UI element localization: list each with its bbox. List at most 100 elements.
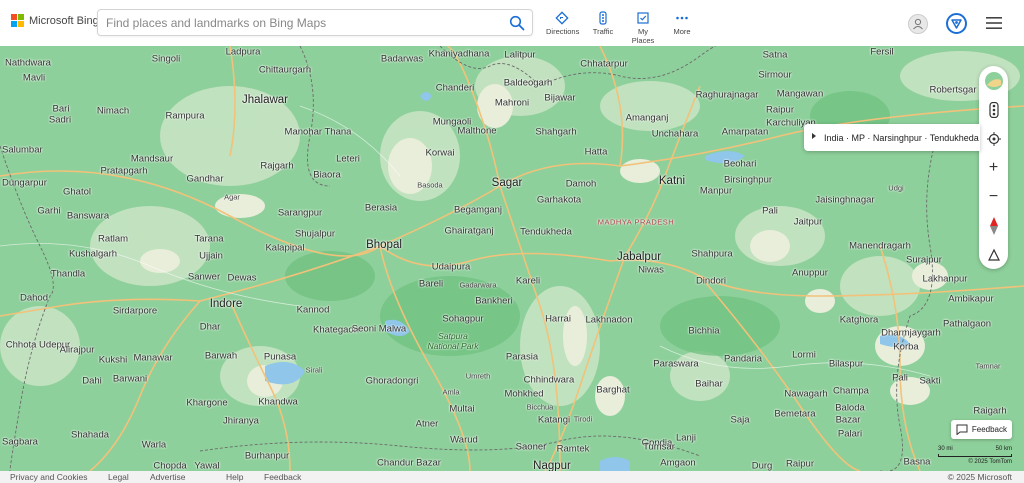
map-label[interactable]: Mangawan: [777, 89, 823, 100]
map-label[interactable]: Sirmour: [758, 70, 791, 81]
map-label[interactable]: Seoni Malwa: [352, 324, 406, 335]
map-label[interactable]: Manawar: [133, 353, 172, 364]
map-label[interactable]: Tumsar: [643, 442, 675, 453]
map-label[interactable]: Ghatol: [63, 187, 91, 198]
map-label[interactable]: Shujalpur: [295, 229, 335, 240]
map-label[interactable]: Yawal: [194, 461, 219, 472]
map-label[interactable]: Atner: [416, 419, 439, 430]
map-label[interactable]: Dahi: [82, 376, 102, 387]
map-label[interactable]: Kannod: [297, 305, 330, 316]
map-label[interactable]: Satpura National Park: [423, 331, 483, 351]
map-label[interactable]: Thandla: [51, 269, 85, 280]
map-label[interactable]: Amgaon: [660, 458, 695, 469]
map-label[interactable]: Manohar Thana: [285, 127, 352, 138]
map-label[interactable]: Saja: [730, 415, 749, 426]
map-label[interactable]: Satna: [763, 50, 788, 61]
footer-link-help[interactable]: Help: [226, 472, 243, 482]
map-label[interactable]: Chanderi: [436, 83, 475, 94]
map-label[interactable]: Gandhar: [187, 174, 224, 185]
map-label[interactable]: Beohari: [724, 159, 757, 170]
map-label[interactable]: Sirdarpore: [113, 306, 157, 317]
map-label[interactable]: Warla: [142, 440, 166, 451]
map-label[interactable]: Mandsaur: [131, 154, 173, 165]
map-label[interactable]: Katghora: [840, 315, 879, 326]
map-label[interactable]: Singoli: [152, 54, 181, 65]
map-label[interactable]: Gadarwara: [459, 281, 496, 290]
map-label[interactable]: Chandur Bazar: [377, 458, 441, 469]
map-label[interactable]: Pali: [892, 373, 908, 384]
map-label[interactable]: Mohkhed: [504, 389, 543, 400]
compass-button[interactable]: [979, 211, 1008, 240]
map-label[interactable]: Begamganj: [454, 205, 502, 216]
map-label[interactable]: Rampura: [165, 111, 204, 122]
map-label[interactable]: Baihar: [695, 379, 722, 390]
directions-button[interactable]: Directions: [546, 11, 579, 36]
map-label[interactable]: Basoda: [417, 181, 442, 190]
map-label[interactable]: Shahgarh: [535, 127, 576, 138]
map-label[interactable]: Manendragarh: [849, 241, 911, 252]
map-label[interactable]: Udaipura: [432, 262, 471, 273]
map-label[interactable]: Barghat: [596, 385, 629, 396]
map-label[interactable]: Tirodi: [574, 415, 592, 424]
map-label[interactable]: Shahada: [71, 430, 109, 441]
map-label[interactable]: Raipur: [786, 459, 814, 470]
map-label[interactable]: Garhakota: [537, 195, 581, 206]
map-label[interactable]: Katangi: [538, 415, 570, 426]
map-label[interactable]: Parasia: [506, 352, 538, 363]
map-label[interactable]: Khaniyadhana: [429, 49, 490, 60]
map-label[interactable]: Bareli: [419, 279, 443, 290]
map-label[interactable]: Sadri: [49, 115, 71, 126]
map-label[interactable]: Nimach: [97, 106, 129, 117]
map-label[interactable]: Tendukheda: [520, 227, 572, 238]
map-label[interactable]: Raipur: [766, 105, 794, 116]
map-label[interactable]: Jhalawar: [242, 94, 288, 106]
map-label[interactable]: Lakhnadon: [585, 315, 632, 326]
map-label[interactable]: Durg: [752, 461, 773, 472]
feedback-button[interactable]: Feedback: [951, 420, 1012, 439]
map-label[interactable]: Raghurajnagar: [696, 90, 759, 101]
map-label[interactable]: Kareli: [516, 276, 540, 287]
map-label[interactable]: Multai: [449, 404, 474, 415]
map-label[interactable]: Manpur: [700, 186, 732, 197]
map-label[interactable]: Malthone: [457, 126, 496, 137]
map-label[interactable]: Kukshi: [99, 355, 128, 366]
copilot-icon[interactable]: [946, 13, 967, 34]
map-style-button[interactable]: [979, 66, 1008, 95]
map-label[interactable]: Pandaria: [724, 354, 762, 365]
map-label[interactable]: Lanji: [676, 433, 696, 444]
map-label[interactable]: Fersil: [870, 47, 893, 58]
map-label[interactable]: Damoh: [566, 179, 597, 190]
map-label[interactable]: Tamnar: [975, 362, 1000, 371]
traffic-button[interactable]: Traffic: [591, 11, 615, 36]
map-label[interactable]: Ghoradongri: [366, 376, 419, 387]
map-label[interactable]: Paraswara: [653, 359, 698, 370]
footer-link-legal[interactable]: Legal: [108, 472, 129, 482]
map-label[interactable]: Unchahara: [652, 129, 698, 140]
map-label[interactable]: Alirajpur: [60, 345, 95, 356]
map-label[interactable]: Lalitpur: [504, 50, 535, 61]
map-label[interactable]: Mahroni: [495, 98, 529, 109]
tilt-button[interactable]: [979, 240, 1008, 269]
map-label[interactable]: Dungarpur: [2, 178, 47, 189]
map-label[interactable]: Sakti: [919, 376, 940, 387]
map-label[interactable]: Harrai: [545, 314, 571, 325]
map-label[interactable]: Dewas: [227, 273, 256, 284]
map-label[interactable]: Baloda: [835, 403, 865, 414]
map-label[interactable]: Robertsgar: [930, 85, 977, 96]
map-label[interactable]: Bemetara: [774, 409, 815, 420]
map-label[interactable]: Burhanpur: [245, 451, 289, 462]
zoom-in-button[interactable]: +: [979, 153, 1008, 182]
map-label[interactable]: Bichhia: [688, 326, 719, 337]
map-label[interactable]: Sirali: [306, 366, 323, 375]
map-label[interactable]: Warud: [450, 435, 478, 446]
map-label[interactable]: Umreth: [466, 372, 491, 381]
map-label[interactable]: Baldeogarh: [504, 78, 553, 89]
map-label[interactable]: Barwani: [113, 374, 147, 385]
map-label[interactable]: Raigarh: [973, 406, 1006, 417]
map-label[interactable]: Barwah: [205, 351, 237, 362]
map-label[interactable]: Chhindwara: [524, 375, 575, 386]
map-label[interactable]: Basna: [904, 457, 931, 468]
location-breadcrumb[interactable]: India · MP · Narsinghpur · Tendukheda: [804, 124, 980, 151]
map-label[interactable]: Chopda: [153, 461, 186, 472]
search-input[interactable]: [106, 14, 496, 32]
